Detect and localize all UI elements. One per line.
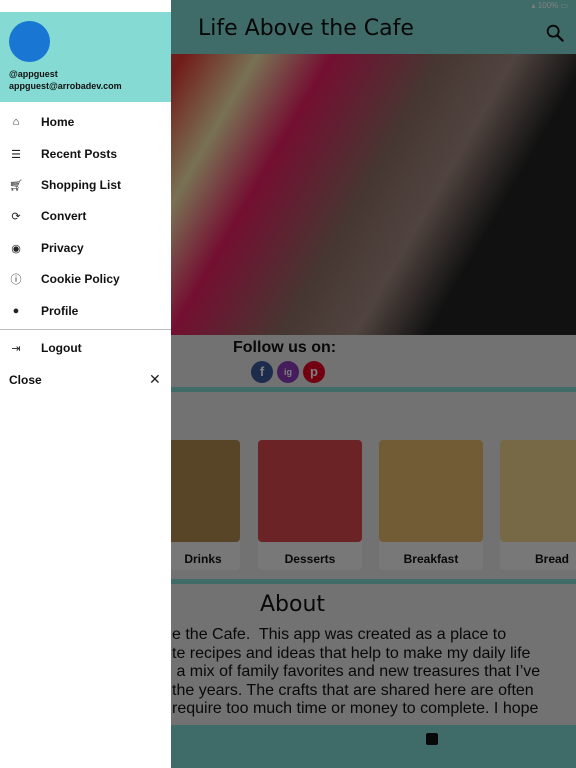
menu-item-cookie-policy[interactable]: ⓘ Cookie Policy	[0, 265, 171, 293]
menu-item-privacy[interactable]: ◉ Privacy	[0, 234, 171, 262]
menu-item-profile[interactable]: ● Profile	[0, 297, 171, 325]
navigation-drawer: @appguest appguest@arrobadev.com ⌂ Home ☰…	[0, 0, 171, 768]
account-icon: ●	[12, 305, 20, 317]
menu-item-logout[interactable]: ⇥ Logout	[0, 334, 171, 362]
menu-label: Privacy	[41, 241, 84, 255]
menu-label: Logout	[41, 341, 82, 355]
menu-item-convert[interactable]: ⟳ Convert	[0, 202, 171, 230]
menu-label: Home	[41, 115, 75, 129]
close-icon[interactable]: ✕	[149, 371, 161, 388]
info-icon: ⓘ	[10, 274, 22, 286]
menu-label: Cookie Policy	[41, 272, 120, 286]
divider	[0, 329, 171, 330]
menu-label: Convert	[41, 209, 87, 223]
menu-label: Recent Posts	[41, 147, 118, 161]
cart-icon: 🛒︎	[9, 179, 23, 192]
menu-label: Shopping List	[41, 178, 121, 192]
list-icon: ☰	[11, 148, 21, 161]
logout-icon: ⇥	[11, 342, 21, 355]
refresh-icon: ⟳	[11, 210, 21, 223]
user-email: appguest@arrobadev.com	[9, 81, 122, 91]
username: @appguest	[9, 69, 58, 79]
home-icon: ⌂	[12, 116, 20, 128]
menu-item-shopping-list[interactable]: 🛒︎ Shopping List	[0, 171, 171, 199]
menu-item-home[interactable]: ⌂ Home	[0, 108, 171, 136]
menu-item-recent-posts[interactable]: ☰ Recent Posts	[0, 140, 171, 168]
avatar	[9, 21, 50, 62]
drawer-header: @appguest appguest@arrobadev.com	[0, 12, 171, 102]
close-button[interactable]: Close	[9, 373, 42, 387]
eye-icon: ◉	[11, 242, 21, 255]
menu-label: Profile	[41, 304, 79, 318]
